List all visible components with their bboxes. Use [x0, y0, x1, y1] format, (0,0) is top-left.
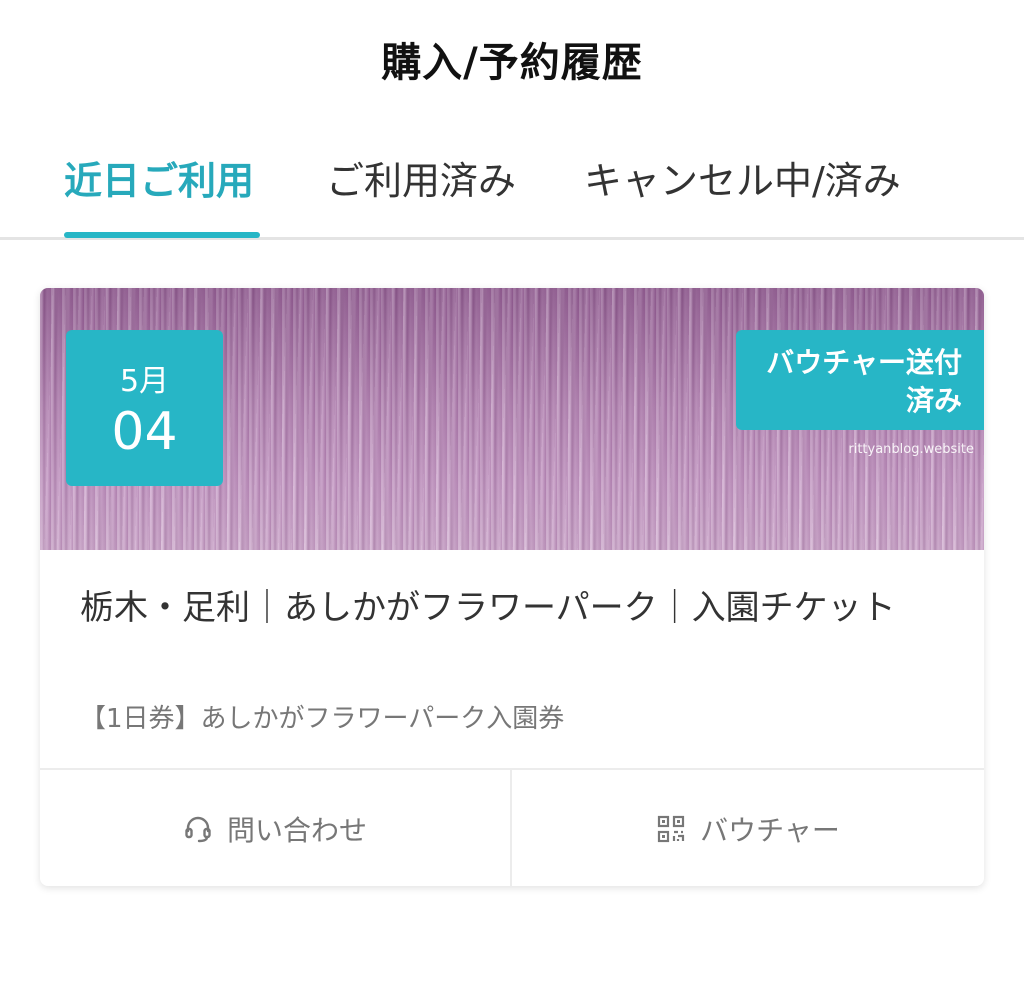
date-badge: 5月 04 — [66, 330, 223, 486]
booking-title: 栃木・足利｜あしかがフラワーパーク｜入園チケット — [80, 588, 896, 628]
date-month: 5月 — [119, 364, 170, 399]
headset-icon — [183, 814, 213, 844]
contact-label: 問い合わせ — [226, 814, 367, 847]
tab-cancelled[interactable]: キャンセル中/済み — [584, 150, 901, 205]
tab-bar: 近日ご利用 ご利用済み キャンセル中/済み — [0, 150, 1024, 240]
status-line-2: 済み — [905, 384, 962, 417]
contact-button[interactable]: 問い合わせ — [40, 770, 512, 886]
tab-used[interactable]: ご利用済み — [326, 150, 516, 205]
qr-code-icon — [656, 814, 686, 844]
hero-image: 5月 04 バウチャー送付 済み rittyanblog.website — [40, 288, 984, 550]
watermark: rittyanblog.website — [848, 442, 974, 457]
booking-subtitle: 【1日券】あしかがフラワーパーク入園券 — [80, 704, 565, 734]
page-title: 購入/予約履歴 — [381, 40, 643, 86]
card-actions: 問い合わせ バウチャー — [40, 768, 984, 886]
tab-upcoming[interactable]: 近日ご利用 — [64, 150, 254, 205]
status-badge: バウチャー送付 済み — [736, 330, 984, 430]
voucher-button[interactable]: バウチャー — [512, 770, 984, 886]
voucher-label: バウチャー — [700, 814, 840, 847]
status-line-1: バウチャー送付 — [766, 346, 962, 379]
booking-card[interactable]: 5月 04 バウチャー送付 済み rittyanblog.website 栃木・… — [40, 288, 984, 886]
active-tab-indicator — [64, 232, 260, 238]
date-day: 04 — [111, 402, 178, 462]
booking-info[interactable]: 栃木・足利｜あしかがフラワーパーク｜入園チケット 【1日券】あしかがフラワーパー… — [40, 550, 984, 768]
